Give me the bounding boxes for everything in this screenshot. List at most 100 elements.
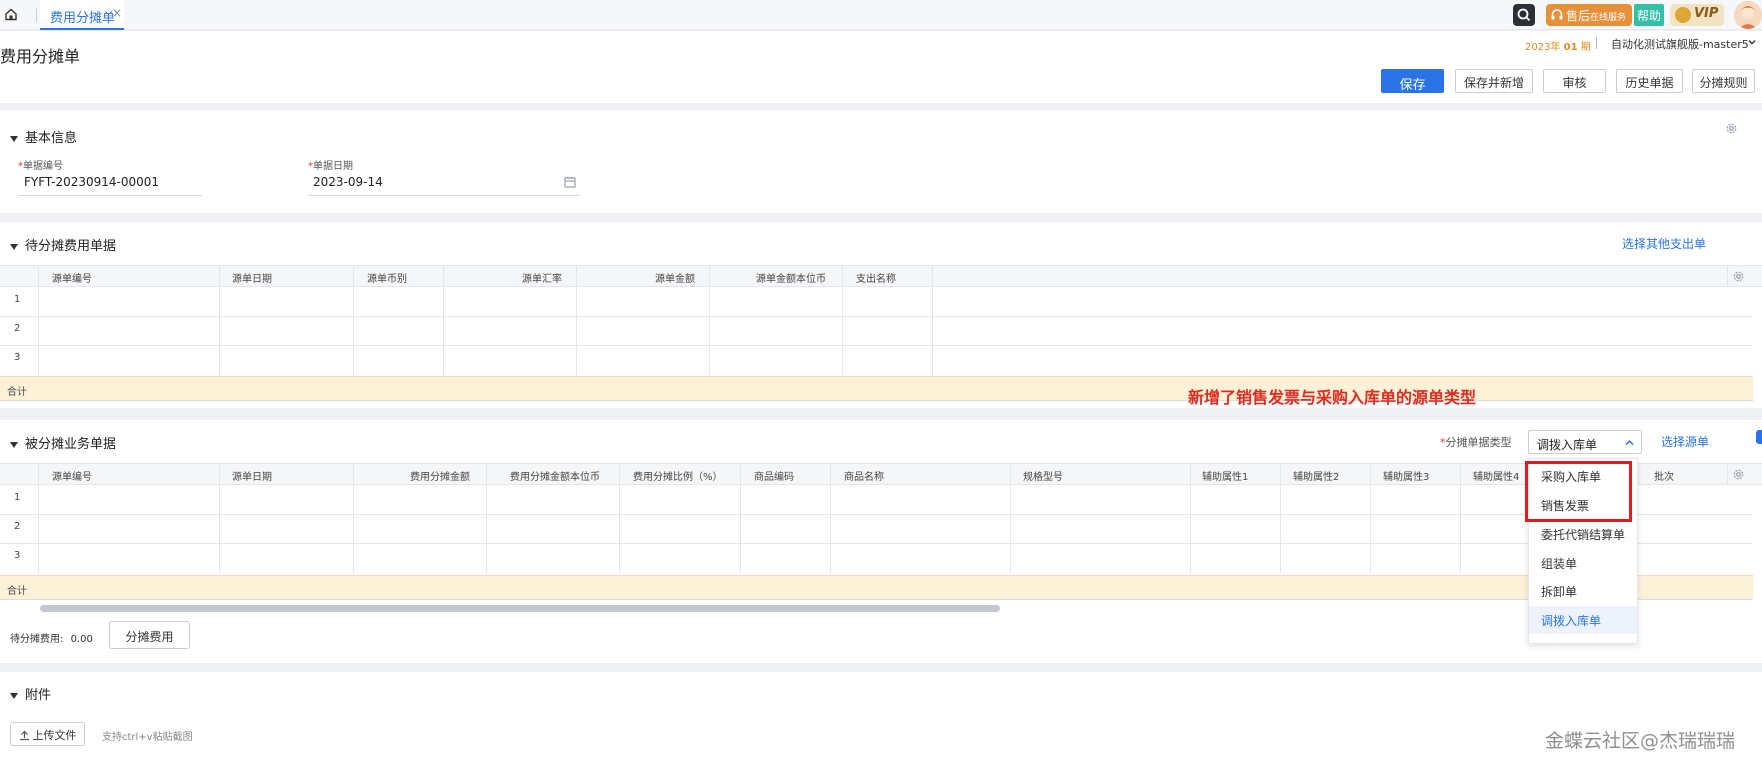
vip-label: VIP [1694, 6, 1719, 21]
row-number: 2 [14, 521, 21, 532]
headset-icon [1551, 9, 1563, 20]
column-header: 源单金额本位币 [756, 274, 826, 285]
allocate-expense-button[interactable]: 分摊费用 [109, 621, 190, 649]
audit-button[interactable]: 审核 [1543, 69, 1606, 93]
dropdown-option-selected[interactable]: 调拨入库单 [1529, 606, 1637, 634]
allocated-docs-title-text: 被分摊业务单据 [25, 437, 117, 452]
after-sales-sub-label: 在线服务 [1590, 13, 1627, 23]
gear-icon[interactable] [1732, 468, 1745, 481]
column-header: 费用分摊金额 [410, 472, 470, 483]
allocation-rules-button[interactable]: 分摊规则 [1692, 69, 1755, 93]
after-sales-label: 售后 [1566, 9, 1591, 23]
column-header: 规格型号 [1023, 472, 1063, 483]
upload-file-button[interactable]: 上传文件 [10, 722, 85, 746]
save-and-new-button[interactable]: 保存并新增 [1455, 69, 1533, 93]
basic-info-title-text: 基本信息 [25, 131, 78, 146]
dropdown-option[interactable]: 拆卸单 [1529, 577, 1637, 605]
close-icon[interactable]: × [112, 6, 122, 20]
horizontal-scrollbar[interactable] [40, 605, 1000, 612]
tab-expense-allocation[interactable]: 费用分摊单 × [40, 0, 124, 30]
calendar-icon[interactable] [564, 176, 576, 188]
paste-hint: 支持ctrl+v粘贴截图 [102, 732, 193, 743]
allocated-total-row: 合计 [0, 575, 1753, 600]
avatar[interactable] [1734, 1, 1762, 29]
side-handle[interactable] [1756, 430, 1762, 444]
allocated-docs-title[interactable]: 被分摊业务单据 [10, 433, 116, 452]
vip-badge[interactable]: VIP [1670, 4, 1724, 26]
column-header: 源单金额 [655, 274, 695, 285]
allocation-type-label: *分摊单据类型 [1440, 436, 1512, 449]
gear-icon[interactable] [1732, 270, 1745, 283]
doc-date-underline [308, 195, 580, 196]
doc-number-field[interactable]: FYFT-20230914-00001 [24, 175, 159, 189]
column-header: 费用分摊金额本位币 [510, 472, 600, 483]
crown-icon [1675, 7, 1691, 23]
column-header: 辅助属性1 [1202, 472, 1249, 483]
gear-icon[interactable] [1725, 122, 1738, 135]
allocated-docs-section: 被分摊业务单据 *分摊单据类型 选择源单 源单编号 源单日期 费用分摊金额 费用… [0, 420, 1762, 663]
collapse-triangle-icon [10, 692, 18, 699]
search-button[interactable] [1513, 4, 1535, 26]
doc-date-label: *单据日期 [308, 161, 353, 172]
collapse-triangle-icon [10, 135, 18, 142]
avatar-image [1734, 1, 1762, 29]
highlight-box [1525, 461, 1632, 522]
total-label: 合计 [7, 586, 27, 597]
page-header: 费用分摊单 2023年 01 期 自动化测试旗舰版-master5 保存 保存并… [0, 31, 1762, 103]
attachments-title[interactable]: 附件 [10, 684, 51, 703]
collapse-triangle-icon [10, 441, 18, 448]
row-number: 3 [14, 352, 21, 363]
pending-total-row: 合计 [0, 376, 1753, 401]
after-sales-button[interactable]: 售后在线服务 [1546, 4, 1632, 26]
page-title: 费用分摊单 [0, 47, 81, 66]
pending-amount-label: 待分摊费用: [10, 634, 64, 645]
upload-label: 上传文件 [32, 729, 77, 742]
basic-info-title[interactable]: 基本信息 [10, 127, 77, 146]
row-number: 3 [14, 550, 21, 561]
select-value: 调拨入库单 [1537, 438, 1598, 452]
doc-number-underline [18, 195, 202, 196]
watermark: 金蝶云社区@杰瑞瑞瑞 [1545, 730, 1736, 752]
help-button[interactable]: 帮助 [1634, 4, 1664, 26]
row-number: 1 [14, 492, 21, 503]
tab-separator [36, 8, 37, 22]
column-header: 源单编号 [52, 472, 92, 483]
dropdown-option[interactable]: 组装单 [1529, 549, 1637, 577]
pending-expense-title[interactable]: 待分摊费用单据 [10, 235, 116, 254]
basic-info-section: 基本信息 *单据编号 FYFT-20230914-00001 *单据日期 202… [0, 110, 1762, 213]
search-icon [1517, 8, 1531, 22]
tab-label: 费用分摊单 [50, 11, 116, 26]
column-header: 商品名称 [844, 472, 884, 483]
select-source-link[interactable]: 选择源单 [1661, 433, 1709, 450]
column-header: 费用分摊比例（%） [633, 472, 723, 483]
column-header: 源单币别 [367, 274, 407, 285]
save-button[interactable]: 保存 [1381, 69, 1444, 93]
total-label: 合计 [7, 387, 27, 398]
top-tab-bar: 费用分摊单 × 售后在线服务 帮助 VIP [0, 0, 1762, 30]
chevron-down-icon[interactable] [1748, 38, 1756, 46]
column-header: 商品编码 [754, 472, 794, 483]
accounting-period: 2023年 01 期 [1525, 38, 1591, 53]
chevron-up-icon [1625, 439, 1634, 446]
pending-expense-title-text: 待分摊费用单据 [25, 239, 117, 254]
history-button[interactable]: 历史单据 [1616, 69, 1683, 93]
attachments-section: 附件 上传文件 支持ctrl+v粘贴截图 [0, 672, 1762, 762]
account-switcher[interactable]: 自动化测试旗舰版-master5 [1611, 36, 1749, 52]
column-header: 辅助属性2 [1293, 472, 1340, 483]
column-header: 辅助属性4 [1473, 472, 1520, 483]
pending-amount-value: 0.00 [70, 634, 93, 645]
column-header: 源单日期 [232, 274, 272, 285]
period-number: 01 [1563, 42, 1578, 53]
doc-date-field[interactable]: 2023-09-14 [313, 175, 383, 189]
dropdown-option[interactable]: 委托代销结算单 [1529, 520, 1637, 548]
row-number: 1 [14, 294, 21, 305]
period-year: 2023年 [1525, 42, 1561, 53]
home-icon[interactable] [4, 7, 18, 21]
column-header: 批次 [1654, 472, 1674, 483]
select-other-expense-link[interactable]: 选择其他支出单 [1622, 235, 1706, 252]
column-header: 支出名称 [856, 274, 896, 285]
pending-amount: 待分摊费用: 0.00 [10, 630, 93, 645]
attachments-title-text: 附件 [25, 688, 52, 703]
column-header: 源单汇率 [522, 274, 562, 285]
allocation-type-select[interactable]: 调拨入库单 [1528, 430, 1642, 454]
